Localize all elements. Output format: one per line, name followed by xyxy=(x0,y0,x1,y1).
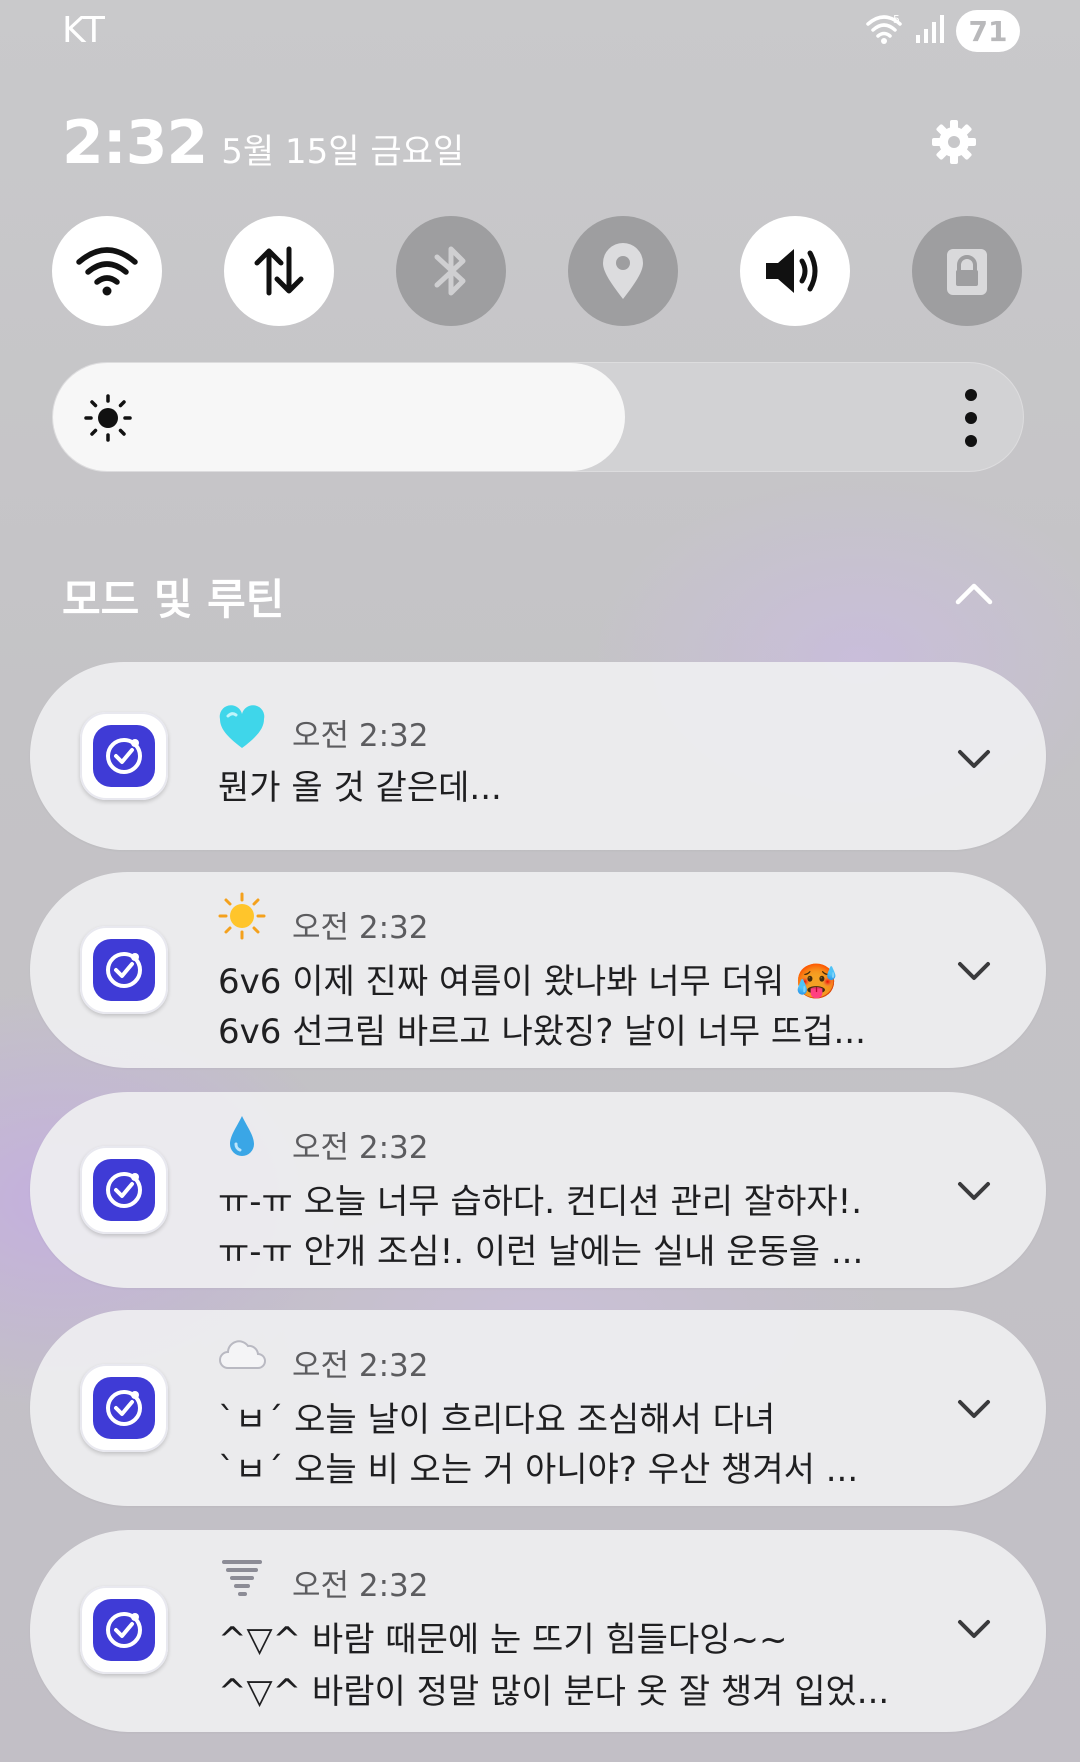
brightness-slider[interactable] xyxy=(52,362,1024,472)
section-title: 모드 및 루틴 xyxy=(62,575,285,624)
quick-settings-row xyxy=(52,216,1024,326)
app-icon xyxy=(80,712,168,800)
notification-time: 오전 2:32 xyxy=(292,1568,429,1604)
notification-card[interactable]: 오전 2:32 `ㅂ´ 오늘 날이 흐리다요 조심해서 다녀 `ㅂ´ 오늘 비 … xyxy=(30,1310,1046,1506)
battery-icon: 71 xyxy=(956,10,1020,52)
screen-lock-toggle[interactable] xyxy=(912,216,1022,326)
mobile-data-toggle[interactable] xyxy=(224,216,334,326)
chevron-down-icon xyxy=(958,1620,990,1638)
notification-card[interactable]: 오전 2:32 ^▽^ 바람 때문에 눈 뜨기 힘들다잉~~ ^▽^ 바람이 정… xyxy=(30,1530,1046,1732)
notification-card[interactable]: 오전 2:32 ㅠ-ㅠ 오늘 너무 습하다. 컨디션 관리 잘하자!. ㅠ-ㅠ … xyxy=(30,1092,1046,1288)
expand-button[interactable] xyxy=(952,1172,996,1208)
notification-line: ㅠ-ㅠ 안개 조심!. 이런 날에는 실내 운동을 ... xyxy=(218,1232,864,1272)
chevron-down-icon xyxy=(958,962,990,980)
sound-toggle[interactable] xyxy=(740,216,850,326)
notification-line: 뭔가 올 것 같은데... xyxy=(218,768,502,808)
clock: 2:32 xyxy=(62,108,208,178)
wifi-icon: 5 xyxy=(864,12,904,50)
gear-icon xyxy=(932,120,976,164)
lock-icon xyxy=(947,249,987,295)
location-pin-icon xyxy=(603,243,643,299)
expand-button[interactable] xyxy=(952,1390,996,1426)
collapse-button[interactable] xyxy=(950,574,998,614)
app-icon xyxy=(80,1586,168,1674)
settings-button[interactable] xyxy=(926,114,982,170)
sun-emoji-icon xyxy=(218,892,266,940)
notification-time: 오전 2:32 xyxy=(292,1348,429,1384)
chevron-down-icon xyxy=(958,1400,990,1418)
notification-card[interactable]: 오전 2:32 뭔가 올 것 같은데... xyxy=(30,662,1046,850)
expand-button[interactable] xyxy=(952,740,996,776)
notification-line: ㅠ-ㅠ 오늘 너무 습하다. 컨디션 관리 잘하자!. xyxy=(218,1182,863,1222)
notification-line: ^▽^ 바람이 정말 많이 분다 옷 잘 챙겨 입었... xyxy=(218,1672,890,1712)
chevron-down-icon xyxy=(958,750,990,768)
more-options-icon[interactable] xyxy=(951,389,991,447)
data-arrows-icon xyxy=(254,246,304,296)
notification-time: 오전 2:32 xyxy=(292,718,429,754)
expand-button[interactable] xyxy=(952,952,996,988)
notification-line: ^▽^ 바람 때문에 눈 뜨기 힘들다잉~~ xyxy=(218,1620,788,1660)
bluetooth-icon xyxy=(434,246,466,296)
sun-icon xyxy=(83,393,133,447)
notification-line: `ㅂ´ 오늘 날이 흐리다요 조심해서 다녀 xyxy=(218,1400,776,1440)
location-toggle[interactable] xyxy=(568,216,678,326)
notification-line: 6v6 이제 진짜 여름이 왔나봐 너무 더워 🥵 xyxy=(218,962,838,1002)
app-icon xyxy=(80,1146,168,1234)
app-icon xyxy=(80,1364,168,1452)
signal-icon xyxy=(914,13,946,49)
expand-button[interactable] xyxy=(952,1610,996,1646)
notification-time: 오전 2:32 xyxy=(292,910,429,946)
speaker-icon xyxy=(766,249,818,293)
wifi-icon xyxy=(76,247,138,296)
notification-line: 6v6 선크림 바르고 나왔징? 날이 너무 뜨겁... xyxy=(218,1012,866,1052)
app-icon xyxy=(80,926,168,1014)
wifi-band-label: 5 xyxy=(893,13,900,26)
carrier-label: KT xyxy=(62,10,105,51)
date: 5월 15일 금요일 xyxy=(221,132,465,172)
brightness-fill xyxy=(53,363,626,471)
notification-line: `ㅂ´ 오늘 비 오는 거 아니야? 우산 챙겨서 ... xyxy=(218,1450,859,1490)
chevron-up-icon xyxy=(955,583,993,605)
wifi-toggle[interactable] xyxy=(52,216,162,326)
droplet-emoji-icon xyxy=(218,1112,266,1160)
status-icons: 5 71 xyxy=(864,10,1020,52)
bluetooth-toggle[interactable] xyxy=(396,216,506,326)
chevron-down-icon xyxy=(958,1182,990,1200)
notification-card[interactable]: 오전 2:32 6v6 이제 진짜 여름이 왔나봐 너무 더워 🥵 6v6 선크… xyxy=(30,872,1046,1068)
notification-time: 오전 2:32 xyxy=(292,1130,429,1166)
heart-emoji-icon xyxy=(218,704,266,752)
clock-row: 2:32 5월 15일 금요일 xyxy=(62,108,464,178)
cloud-emoji-icon xyxy=(218,1332,266,1380)
status-bar: KT 5 71 xyxy=(0,0,1080,64)
tornado-emoji-icon xyxy=(218,1554,266,1602)
